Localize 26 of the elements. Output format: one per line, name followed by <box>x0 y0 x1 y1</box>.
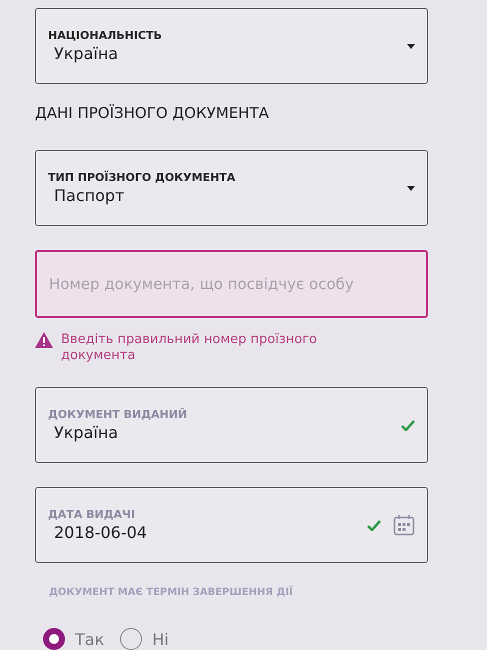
radio-icon[interactable] <box>120 628 142 650</box>
input-field[interactable]: ДАТА ВИДАЧІ 2018-06-04 <box>35 487 428 564</box>
field-label: ТИП ПРОЇЗНОГО ДОКУМЕНТА <box>48 171 236 184</box>
select-field[interactable]: ТИП ПРОЇЗНОГО ДОКУМЕНТА Паспорт <box>35 150 428 226</box>
field-value: Паспорт <box>53 186 126 205</box>
section-heading: ДАНІ ПРОЇЗНОГО ДОКУМЕНТА <box>35 104 270 122</box>
caret-icon <box>407 186 415 190</box>
check-icon <box>401 420 415 431</box>
input-field[interactable]: ДОКУМЕНТ ВИДАНИЙ Україна <box>35 387 428 464</box>
radio-option[interactable]: Ні <box>120 628 169 650</box>
question-label: ДОКУМЕНТ МАЄ ТЕРМІН ЗАВЕРШЕННЯ ДІЇ <box>49 587 294 598</box>
radio-option[interactable]: Так <box>43 628 104 650</box>
warning-icon <box>35 332 53 348</box>
field-value: 2018-06-04 <box>53 523 148 542</box>
field-value: Україна <box>53 423 120 442</box>
select-field[interactable]: НАЦІОНАЛЬНІСТЬ Україна <box>35 8 428 84</box>
field-value: Україна <box>53 44 120 63</box>
input-field[interactable]: Номер документа, що посвідчує особу <box>35 250 428 318</box>
calendar-icon[interactable] <box>393 514 415 536</box>
field-label: НАЦІОНАЛЬНІСТЬ <box>48 29 163 42</box>
field-label: ДАТА ВИДАЧІ <box>48 508 136 522</box>
field-label: ДОКУМЕНТ ВИДАНИЙ <box>48 408 188 422</box>
error-message: Введіть правильний номер проїзного документа <box>61 332 318 364</box>
caret-icon <box>407 44 415 48</box>
check-icon <box>367 520 381 531</box>
radio-icon[interactable] <box>43 628 65 650</box>
